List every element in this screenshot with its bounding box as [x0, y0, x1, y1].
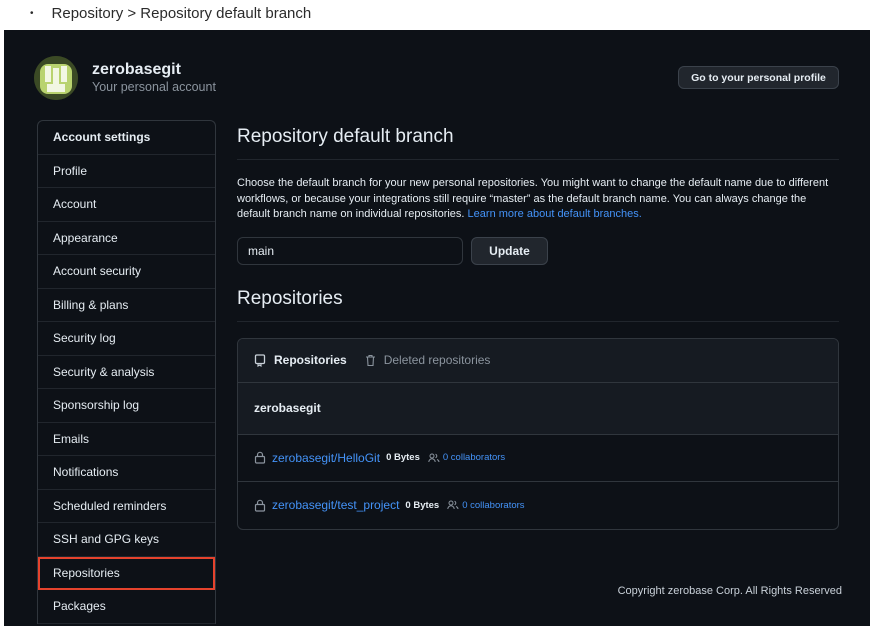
account-name[interactable]: zerobasegit [92, 61, 216, 79]
caption: • Repository > Repository default branch [30, 2, 311, 24]
sidebar-item-ssh-gpg-keys[interactable]: SSH and GPG keys [38, 523, 215, 557]
lock-icon [254, 451, 266, 464]
settings-sidebar: Account settings Profile Account Appeara… [37, 120, 216, 624]
sidebar-item-security-log[interactable]: Security log [38, 322, 215, 356]
repository-size: 0 Bytes [386, 452, 420, 463]
caption-bullet: • [30, 7, 34, 19]
go-to-profile-button[interactable]: Go to your personal profile [678, 66, 839, 89]
sidebar-item-scheduled-reminders[interactable]: Scheduled reminders [38, 490, 215, 523]
repositories-title: Repositories [237, 282, 839, 322]
sidebar-item-packages[interactable]: Packages [38, 590, 215, 624]
collaborators-link[interactable]: 0 collaborators [428, 452, 505, 463]
avatar[interactable] [34, 56, 78, 100]
sidebar-item-appearance[interactable]: Appearance [38, 222, 215, 255]
branch-form: Update [237, 236, 839, 265]
tab-deleted-repositories[interactable]: Deleted repositories [365, 353, 491, 367]
sidebar-item-sponsorship-log[interactable]: Sponsorship log [38, 389, 215, 423]
avatar-identicon-icon [34, 56, 78, 100]
learn-more-link[interactable]: Learn more about default branches. [468, 208, 642, 220]
lock-icon [254, 499, 266, 512]
main-content: Repository default branch Choose the def… [237, 120, 839, 530]
repository-link[interactable]: zerobasegit/HelloGit [272, 451, 380, 465]
default-branch-input[interactable] [237, 236, 463, 265]
repository-size: 0 Bytes [405, 499, 440, 511]
repository-owner: zerobasegit [238, 382, 838, 435]
sidebar-item-security-analysis[interactable]: Security & analysis [38, 356, 215, 389]
account-subtitle: Your personal account [92, 80, 216, 94]
sidebar-heading: Account settings [38, 121, 215, 155]
tab-deleted-repositories-label: Deleted repositories [383, 353, 491, 367]
update-button[interactable]: Update [471, 236, 548, 265]
sidebar-item-billing[interactable]: Billing & plans [38, 289, 215, 322]
collaborators-label: 0 collaborators [462, 499, 525, 511]
people-icon [447, 500, 459, 510]
repository-row: zerobasegit/HelloGit 0 Bytes 0 collabora… [238, 435, 838, 482]
repo-icon [254, 353, 266, 367]
repositories-box: Repositories Deleted repositories zeroba… [237, 337, 839, 530]
tab-repositories-label: Repositories [274, 353, 347, 367]
people-icon [428, 453, 440, 462]
sidebar-item-repositories[interactable]: Repositories [38, 556, 215, 590]
copyright-text: Copyright zerobase Corp. All Rights Rese… [617, 585, 842, 597]
account-header: zerobasegit Your personal account [34, 56, 216, 100]
sidebar-item-profile[interactable]: Profile [38, 155, 215, 188]
default-branch-title: Repository default branch [237, 120, 839, 160]
repository-link[interactable]: zerobasegit/test_project [272, 498, 399, 512]
sidebar-item-emails[interactable]: Emails [38, 423, 215, 456]
collaborators-label: 0 collaborators [442, 452, 506, 463]
tab-repositories[interactable]: Repositories [254, 353, 347, 367]
default-branch-description: Choose the default branch for your new p… [237, 176, 839, 223]
trash-icon [365, 354, 375, 366]
sidebar-item-account[interactable]: Account [38, 188, 215, 222]
collaborators-link[interactable]: 0 collaborators [447, 499, 525, 511]
caption-text: Repository > Repository default branch [51, 4, 312, 22]
repository-row: zerobasegit/test_project 0 Bytes 0 colla… [238, 482, 838, 529]
settings-window: zerobasegit Your personal account Go to … [4, 30, 870, 626]
repositories-tabs: Repositories Deleted repositories [238, 338, 838, 383]
sidebar-item-notifications[interactable]: Notifications [38, 456, 215, 490]
sidebar-item-account-security[interactable]: Account security [38, 255, 215, 289]
